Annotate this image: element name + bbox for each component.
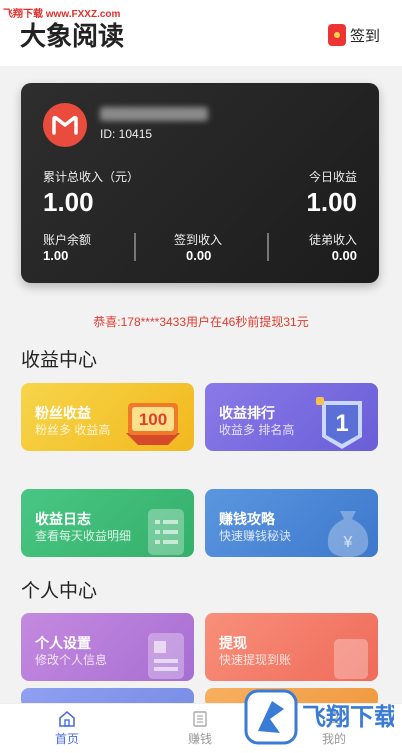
tab-home[interactable]: 首页 bbox=[37, 710, 97, 747]
tile-subtitle: 修改个人信息 bbox=[35, 653, 108, 667]
tab-home-label: 首页 bbox=[54, 732, 79, 746]
list-icon bbox=[193, 711, 207, 727]
app-title: 大象阅读 bbox=[20, 21, 125, 51]
today-income-label: 今日收益 bbox=[308, 170, 357, 184]
logo-icon bbox=[52, 115, 78, 135]
tile-fans-income[interactable]: 粉丝收益 粉丝多 收益高 100 bbox=[21, 383, 194, 451]
tile-withdraw[interactable]: 提现 快速提现到账 bbox=[205, 613, 378, 681]
username-blurred bbox=[100, 107, 208, 121]
wallet-icon bbox=[334, 639, 368, 679]
profile-card-icon bbox=[148, 633, 184, 679]
tile-subtitle: 粉丝多 收益高 bbox=[35, 423, 111, 437]
total-income-label: 累计总收入（元） bbox=[43, 170, 140, 184]
divider bbox=[267, 233, 269, 261]
rank-1-text: 1 bbox=[335, 410, 348, 437]
badge-100-text: 100 bbox=[139, 410, 167, 429]
badge-100-icon: 100 bbox=[126, 403, 180, 445]
checkin-label: 签到 bbox=[349, 27, 380, 45]
document-icon bbox=[148, 509, 184, 555]
svg-text:¥: ¥ bbox=[343, 534, 353, 551]
tile-subtitle: 快速赚钱秘诀 bbox=[219, 529, 292, 543]
income-center-title: 收益中心 bbox=[21, 350, 98, 371]
money-bag-icon: ¥ bbox=[327, 511, 369, 557]
avatar[interactable] bbox=[43, 103, 87, 147]
user-id: ID: 10415 bbox=[100, 127, 153, 141]
tile-personal-settings[interactable]: 个人设置 修改个人信息 bbox=[21, 613, 194, 681]
tile-subtitle: 收益多 排名高 bbox=[219, 423, 295, 437]
tile-subtitle: 查看每天收益明细 bbox=[35, 529, 132, 543]
calendar-icon bbox=[327, 24, 346, 46]
apprentice-income-value: 0.00 bbox=[331, 248, 357, 263]
rank-1-icon: 1 bbox=[316, 397, 362, 449]
balance-value: 1.00 bbox=[43, 248, 69, 263]
tile-money-guide[interactable]: 赚钱攻略 快速赚钱秘诀 ¥ bbox=[205, 489, 378, 557]
tile-income-log[interactable]: 收益日志 查看每天收益明细 bbox=[21, 489, 194, 557]
balance-label: 账户余额 bbox=[43, 233, 92, 247]
divider bbox=[134, 233, 136, 261]
tab-earn-label: 赚钱 bbox=[187, 732, 212, 746]
account-card: ID: 10415 累计总收入（元） 1.00 今日收益 1.00 账户余额 1… bbox=[21, 83, 379, 283]
tile-title: 粉丝收益 bbox=[35, 405, 91, 421]
withdraw-notice: 恭喜:178****3433用户在46秒前提现31元 bbox=[93, 315, 309, 329]
apprentice-income-label: 徒弟收入 bbox=[308, 233, 357, 247]
tile-title: 收益日志 bbox=[35, 511, 91, 527]
tile-title: 赚钱攻略 bbox=[219, 511, 275, 527]
checkin-button[interactable]: 签到 bbox=[327, 24, 380, 46]
checkin-income-label: 签到收入 bbox=[174, 233, 223, 247]
tile-subtitle: 快速提现到账 bbox=[219, 653, 292, 667]
tile-income-ranking[interactable]: 收益排行 收益多 排名高 1 bbox=[205, 383, 378, 451]
tile-title: 提现 bbox=[219, 635, 247, 651]
site-brand-overlay: 飞翔下载 bbox=[244, 689, 394, 745]
total-income-value: 1.00 bbox=[43, 187, 94, 217]
checkin-income-value: 0.00 bbox=[186, 248, 212, 263]
personal-center-title: 个人中心 bbox=[21, 581, 98, 602]
tab-earn[interactable]: 赚钱 bbox=[170, 710, 230, 747]
watermark: 飞翔下载 www.FXXZ.com bbox=[3, 9, 121, 20]
today-income-value: 1.00 bbox=[306, 187, 357, 217]
tile-title: 个人设置 bbox=[35, 635, 91, 651]
tile-title: 收益排行 bbox=[219, 405, 275, 421]
home-icon bbox=[59, 710, 75, 727]
brand-overlay-text: 飞翔下载 bbox=[302, 703, 394, 731]
